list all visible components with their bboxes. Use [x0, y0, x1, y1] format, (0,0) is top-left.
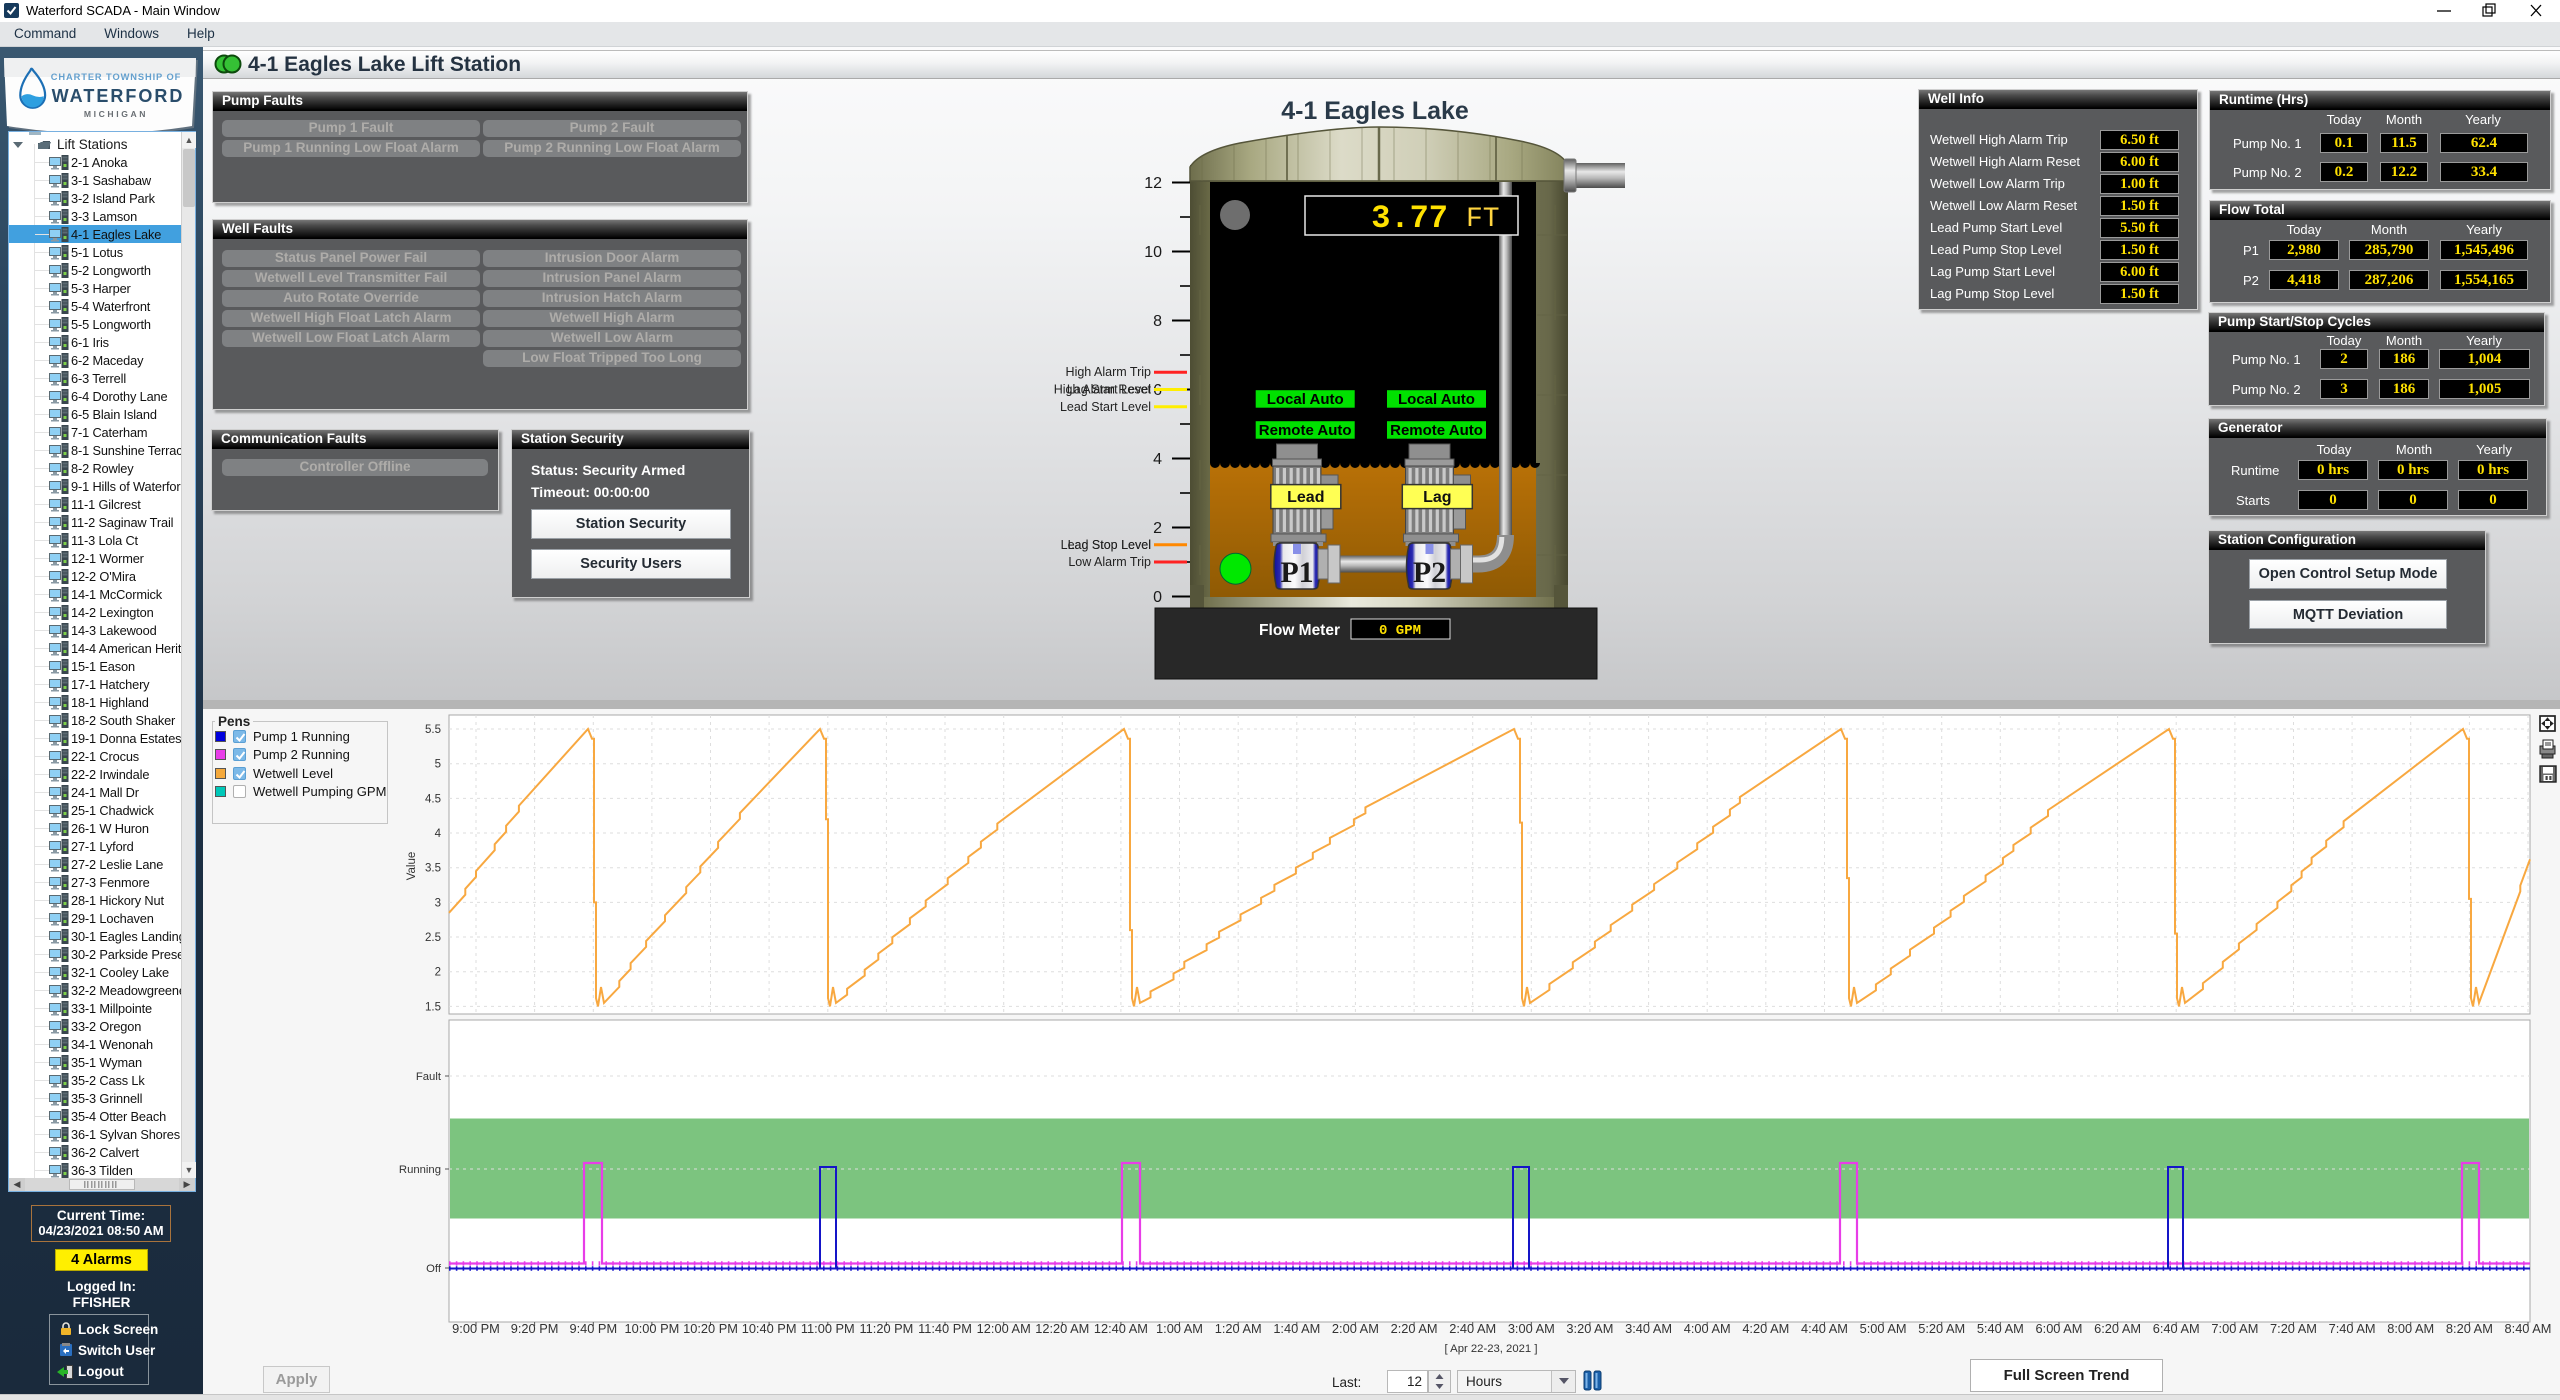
svg-text:10: 10 [1144, 244, 1162, 261]
svg-text:8:40 AM: 8:40 AM [2505, 1321, 2552, 1336]
svg-text:8: 8 [1153, 313, 1162, 330]
svg-text:3.5: 3.5 [425, 863, 441, 875]
svg-text:4.5: 4.5 [425, 793, 441, 805]
svg-text:CHARTER TOWNSHIP OF: CHARTER TOWNSHIP OF [51, 72, 181, 82]
svg-text:2:00 AM: 2:00 AM [1332, 1321, 1379, 1336]
svg-text:5:40 AM: 5:40 AM [1977, 1321, 2024, 1336]
svg-text:5: 5 [435, 759, 441, 771]
svg-text:Remote Auto: Remote Auto [1390, 422, 1483, 439]
svg-text:Lag Start Level: Lag Start Level [1067, 383, 1151, 397]
svg-text:P2: P2 [1413, 556, 1446, 589]
svg-text:Off: Off [426, 1263, 442, 1275]
svg-text:1:00 AM: 1:00 AM [1156, 1321, 1203, 1336]
svg-text:6:40 AM: 6:40 AM [2153, 1321, 2200, 1336]
svg-text:3:40 AM: 3:40 AM [1625, 1321, 1672, 1336]
svg-text:12:00 AM: 12:00 AM [977, 1321, 1031, 1336]
svg-text:8:20 AM: 8:20 AM [2446, 1321, 2493, 1336]
svg-text:Running: Running [399, 1164, 441, 1176]
svg-text:0: 0 [1153, 589, 1162, 606]
svg-text:11:20 PM: 11:20 PM [859, 1321, 913, 1336]
svg-text:6:20 AM: 6:20 AM [2094, 1321, 2141, 1336]
svg-text:5:00 AM: 5:00 AM [1860, 1321, 1907, 1336]
svg-text:2: 2 [435, 967, 441, 979]
svg-text:5.5: 5.5 [425, 724, 441, 736]
svg-text:10:40 PM: 10:40 PM [742, 1321, 797, 1336]
svg-text:11:00 PM: 11:00 PM [801, 1321, 855, 1336]
svg-text:1.5: 1.5 [425, 1001, 441, 1013]
svg-text:9:40 PM: 9:40 PM [569, 1321, 617, 1336]
svg-text:9:00 PM: 9:00 PM [452, 1321, 500, 1336]
svg-text:Lead: Lead [1287, 489, 1324, 506]
svg-text:1:40 AM: 1:40 AM [1273, 1321, 1320, 1336]
svg-text:3.77: 3.77 [1371, 200, 1448, 237]
svg-text:11:40 PM: 11:40 PM [918, 1321, 972, 1336]
svg-text:4:00 AM: 4:00 AM [1684, 1321, 1731, 1336]
svg-text:12:40 AM: 12:40 AM [1094, 1321, 1148, 1336]
svg-text:4: 4 [1153, 451, 1162, 468]
svg-text:12: 12 [1144, 175, 1162, 192]
svg-text:7:40 AM: 7:40 AM [2329, 1321, 2376, 1336]
svg-text:Value: Value [406, 852, 418, 881]
svg-text:7:00 AM: 7:00 AM [2211, 1321, 2258, 1336]
svg-text:6:00 AM: 6:00 AM [2036, 1321, 2083, 1336]
svg-text:0 GPM: 0 GPM [1379, 623, 1421, 639]
svg-text:1:20 AM: 1:20 AM [1215, 1321, 1262, 1336]
svg-text:4:40 AM: 4:40 AM [1801, 1321, 1848, 1336]
svg-text:10:00 PM: 10:00 PM [625, 1321, 680, 1336]
svg-text:Flow Meter: Flow Meter [1259, 622, 1340, 639]
svg-text:Lag: Lag [1423, 489, 1451, 506]
svg-text:3:00 AM: 3:00 AM [1508, 1321, 1555, 1336]
svg-text:WATERFORD: WATERFORD [52, 86, 185, 106]
svg-text:2:40 AM: 2:40 AM [1449, 1321, 1496, 1336]
svg-text:Lag Stop Level: Lag Stop Level [1068, 538, 1151, 552]
svg-text:2:20 AM: 2:20 AM [1391, 1321, 1438, 1336]
svg-text:P1: P1 [1280, 556, 1313, 589]
svg-text:3: 3 [435, 897, 441, 909]
svg-text:High Alarm Trip: High Alarm Trip [1066, 365, 1151, 379]
svg-text:9:20 PM: 9:20 PM [511, 1321, 559, 1336]
svg-text:10:20 PM: 10:20 PM [683, 1321, 738, 1336]
svg-text:MICHIGAN: MICHIGAN [84, 109, 148, 119]
svg-text:4:20 AM: 4:20 AM [1742, 1321, 1789, 1336]
svg-text:FT: FT [1466, 204, 1500, 235]
svg-text:Local Auto: Local Auto [1398, 391, 1475, 408]
svg-text:5:20 AM: 5:20 AM [1918, 1321, 1965, 1336]
svg-text:2.5: 2.5 [425, 932, 441, 944]
svg-text:12:20 AM: 12:20 AM [1035, 1321, 1089, 1336]
svg-text:3:20 AM: 3:20 AM [1566, 1321, 1613, 1336]
svg-text:Fault: Fault [416, 1071, 442, 1083]
svg-text:Remote Auto: Remote Auto [1259, 422, 1352, 439]
svg-text:Low Alarm Trip: Low Alarm Trip [1068, 555, 1151, 569]
svg-text:Lead Start Level: Lead Start Level [1060, 400, 1151, 414]
svg-text:[ Apr 22-23, 2021 ]: [ Apr 22-23, 2021 ] [1445, 1343, 1538, 1355]
svg-text:8:00 AM: 8:00 AM [2387, 1321, 2434, 1336]
svg-text:4: 4 [435, 828, 442, 840]
svg-text:Local Auto: Local Auto [1267, 391, 1344, 408]
svg-text:2: 2 [1153, 520, 1162, 537]
svg-text:4-1 Eagles Lake: 4-1 Eagles Lake [1281, 97, 1469, 125]
svg-text:7:20 AM: 7:20 AM [2270, 1321, 2317, 1336]
